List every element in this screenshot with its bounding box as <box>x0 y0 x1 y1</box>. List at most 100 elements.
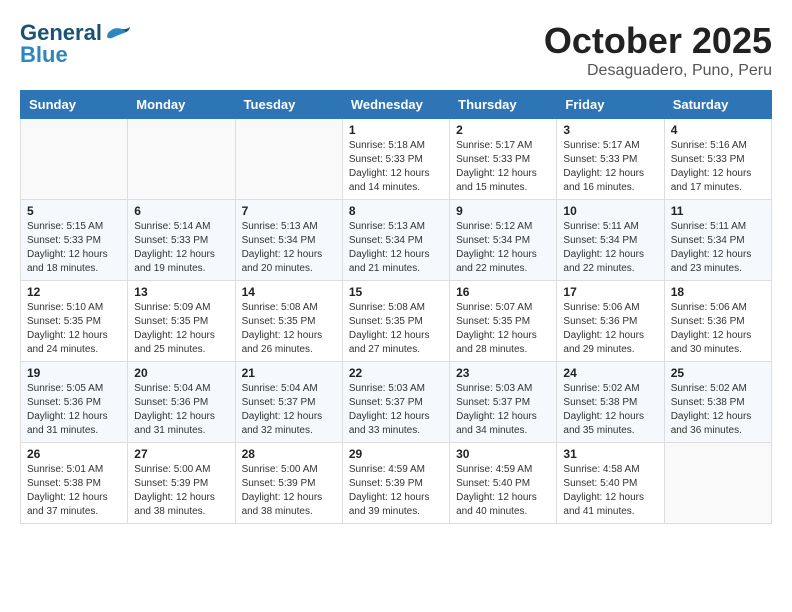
calendar-cell: 4 Sunrise: 5:16 AM Sunset: 5:33 PM Daylig… <box>664 119 771 200</box>
day-info: Sunrise: 5:17 AM Sunset: 5:33 PM Dayligh… <box>456 139 550 195</box>
calendar-table: SundayMondayTuesdayWednesdayThursdayFrid… <box>20 90 772 524</box>
day-number: 2 <box>456 123 550 137</box>
day-number: 19 <box>27 366 121 380</box>
calendar-week-row: 26 Sunrise: 5:01 AM Sunset: 5:38 PM Dayli… <box>21 443 772 524</box>
calendar-cell: 28 Sunrise: 5:00 AM Sunset: 5:39 PM Dayli… <box>235 443 342 524</box>
day-number: 6 <box>134 204 228 218</box>
day-info: Sunrise: 5:11 AM Sunset: 5:34 PM Dayligh… <box>671 220 765 276</box>
title-section: October 2025 Desaguadero, Puno, Peru <box>544 20 772 80</box>
day-info: Sunrise: 5:02 AM Sunset: 5:38 PM Dayligh… <box>671 382 765 438</box>
day-info: Sunrise: 4:58 AM Sunset: 5:40 PM Dayligh… <box>563 463 657 519</box>
day-info: Sunrise: 5:11 AM Sunset: 5:34 PM Dayligh… <box>563 220 657 276</box>
day-info: Sunrise: 5:08 AM Sunset: 5:35 PM Dayligh… <box>349 301 443 357</box>
weekday-header-sunday: Sunday <box>21 91 128 119</box>
day-number: 4 <box>671 123 765 137</box>
day-number: 21 <box>242 366 336 380</box>
day-info: Sunrise: 5:02 AM Sunset: 5:38 PM Dayligh… <box>563 382 657 438</box>
day-number: 5 <box>27 204 121 218</box>
calendar-cell: 5Sunrise: 5:15 AM Sunset: 5:33 PM Daylig… <box>21 200 128 281</box>
weekday-header-wednesday: Wednesday <box>342 91 449 119</box>
day-number: 28 <box>242 447 336 461</box>
calendar-cell <box>128 119 235 200</box>
day-info: Sunrise: 5:04 AM Sunset: 5:36 PM Dayligh… <box>134 382 228 438</box>
day-info: Sunrise: 4:59 AM Sunset: 5:40 PM Dayligh… <box>456 463 550 519</box>
logo: General Blue <box>20 20 132 68</box>
calendar-cell: 19 Sunrise: 5:05 AM Sunset: 5:36 PM Dayli… <box>21 362 128 443</box>
day-number: 30 <box>456 447 550 461</box>
day-info: Sunrise: 5:17 AM Sunset: 5:33 PM Dayligh… <box>563 139 657 195</box>
weekday-header-thursday: Thursday <box>450 91 557 119</box>
day-info: Sunrise: 5:16 AM Sunset: 5:33 PM Dayligh… <box>671 139 765 195</box>
day-info: Sunrise: 5:04 AM Sunset: 5:37 PM Dayligh… <box>242 382 336 438</box>
day-info: Sunrise: 5:10 AM Sunset: 5:35 PM Dayligh… <box>27 301 121 357</box>
day-info: Sunrise: 5:03 AM Sunset: 5:37 PM Dayligh… <box>456 382 550 438</box>
calendar-week-row: 19 Sunrise: 5:05 AM Sunset: 5:36 PM Dayli… <box>21 362 772 443</box>
day-number: 31 <box>563 447 657 461</box>
calendar-week-row: 12 Sunrise: 5:10 AM Sunset: 5:35 PM Dayli… <box>21 281 772 362</box>
calendar-cell: 30 Sunrise: 4:59 AM Sunset: 5:40 PM Dayli… <box>450 443 557 524</box>
day-info: Sunrise: 5:18 AM Sunset: 5:33 PM Dayligh… <box>349 139 443 195</box>
day-info: Sunrise: 5:00 AM Sunset: 5:39 PM Dayligh… <box>134 463 228 519</box>
day-info: Sunrise: 5:03 AM Sunset: 5:37 PM Dayligh… <box>349 382 443 438</box>
day-number: 22 <box>349 366 443 380</box>
calendar-cell: 20Sunrise: 5:04 AM Sunset: 5:36 PM Dayli… <box>128 362 235 443</box>
day-info: Sunrise: 5:14 AM Sunset: 5:33 PM Dayligh… <box>134 220 228 276</box>
day-info: Sunrise: 5:12 AM Sunset: 5:34 PM Dayligh… <box>456 220 550 276</box>
calendar-cell: 12 Sunrise: 5:10 AM Sunset: 5:35 PM Dayli… <box>21 281 128 362</box>
calendar-cell: 11 Sunrise: 5:11 AM Sunset: 5:34 PM Dayli… <box>664 200 771 281</box>
calendar-cell: 3 Sunrise: 5:17 AM Sunset: 5:33 PM Daylig… <box>557 119 664 200</box>
day-number: 3 <box>563 123 657 137</box>
day-info: Sunrise: 5:01 AM Sunset: 5:38 PM Dayligh… <box>27 463 121 519</box>
calendar-cell: 14Sunrise: 5:08 AM Sunset: 5:35 PM Dayli… <box>235 281 342 362</box>
day-number: 1 <box>349 123 443 137</box>
day-number: 13 <box>134 285 228 299</box>
day-number: 18 <box>671 285 765 299</box>
day-info: Sunrise: 5:13 AM Sunset: 5:34 PM Dayligh… <box>242 220 336 276</box>
calendar-cell <box>664 443 771 524</box>
day-info: Sunrise: 5:06 AM Sunset: 5:36 PM Dayligh… <box>563 301 657 357</box>
calendar-cell: 7 Sunrise: 5:13 AM Sunset: 5:34 PM Daylig… <box>235 200 342 281</box>
day-number: 29 <box>349 447 443 461</box>
weekday-header-row: SundayMondayTuesdayWednesdayThursdayFrid… <box>21 91 772 119</box>
weekday-header-tuesday: Tuesday <box>235 91 342 119</box>
day-info: Sunrise: 4:59 AM Sunset: 5:39 PM Dayligh… <box>349 463 443 519</box>
day-number: 15 <box>349 285 443 299</box>
day-info: Sunrise: 5:00 AM Sunset: 5:39 PM Dayligh… <box>242 463 336 519</box>
day-info: Sunrise: 5:07 AM Sunset: 5:35 PM Dayligh… <box>456 301 550 357</box>
logo-bird-icon <box>104 24 132 42</box>
day-number: 26 <box>27 447 121 461</box>
weekday-header-saturday: Saturday <box>664 91 771 119</box>
calendar-cell <box>21 119 128 200</box>
calendar-cell: 8 Sunrise: 5:13 AM Sunset: 5:34 PM Daylig… <box>342 200 449 281</box>
month-title: October 2025 <box>544 20 772 62</box>
day-number: 11 <box>671 204 765 218</box>
day-number: 16 <box>456 285 550 299</box>
location-subtitle: Desaguadero, Puno, Peru <box>544 62 772 80</box>
calendar-cell: 10Sunrise: 5:11 AM Sunset: 5:34 PM Dayli… <box>557 200 664 281</box>
calendar-week-row: 1 Sunrise: 5:18 AM Sunset: 5:33 PM Daylig… <box>21 119 772 200</box>
day-number: 24 <box>563 366 657 380</box>
day-info: Sunrise: 5:08 AM Sunset: 5:35 PM Dayligh… <box>242 301 336 357</box>
calendar-cell: 27Sunrise: 5:00 AM Sunset: 5:39 PM Dayli… <box>128 443 235 524</box>
logo-blue: Blue <box>20 42 68 68</box>
calendar-cell: 29 Sunrise: 4:59 AM Sunset: 5:39 PM Dayli… <box>342 443 449 524</box>
day-info: Sunrise: 5:06 AM Sunset: 5:36 PM Dayligh… <box>671 301 765 357</box>
day-number: 12 <box>27 285 121 299</box>
day-number: 8 <box>349 204 443 218</box>
calendar-cell: 16 Sunrise: 5:07 AM Sunset: 5:35 PM Dayli… <box>450 281 557 362</box>
calendar-cell: 21 Sunrise: 5:04 AM Sunset: 5:37 PM Dayli… <box>235 362 342 443</box>
day-number: 17 <box>563 285 657 299</box>
calendar-cell: 24 Sunrise: 5:02 AM Sunset: 5:38 PM Dayli… <box>557 362 664 443</box>
day-number: 7 <box>242 204 336 218</box>
calendar-cell: 25Sunrise: 5:02 AM Sunset: 5:38 PM Dayli… <box>664 362 771 443</box>
calendar-cell <box>235 119 342 200</box>
day-info: Sunrise: 5:05 AM Sunset: 5:36 PM Dayligh… <box>27 382 121 438</box>
day-info: Sunrise: 5:13 AM Sunset: 5:34 PM Dayligh… <box>349 220 443 276</box>
calendar-cell: 2 Sunrise: 5:17 AM Sunset: 5:33 PM Daylig… <box>450 119 557 200</box>
day-number: 9 <box>456 204 550 218</box>
calendar-cell: 1 Sunrise: 5:18 AM Sunset: 5:33 PM Daylig… <box>342 119 449 200</box>
page-header: General Blue October 2025 Desaguadero, P… <box>20 20 772 80</box>
calendar-cell: 22 Sunrise: 5:03 AM Sunset: 5:37 PM Dayli… <box>342 362 449 443</box>
calendar-cell: 18 Sunrise: 5:06 AM Sunset: 5:36 PM Dayli… <box>664 281 771 362</box>
calendar-cell: 17 Sunrise: 5:06 AM Sunset: 5:36 PM Dayli… <box>557 281 664 362</box>
